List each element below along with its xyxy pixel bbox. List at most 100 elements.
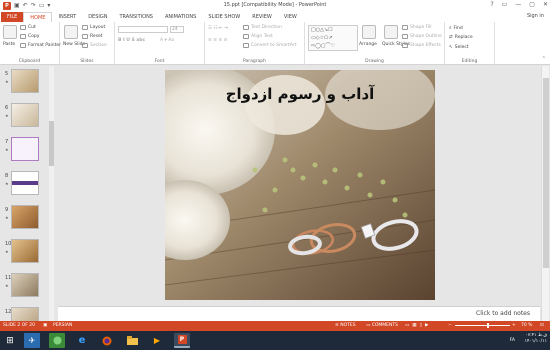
quick-styles-icon[interactable] [384,25,398,39]
tab-review[interactable]: REVIEW [246,12,278,22]
reset-button[interactable]: Reset [82,34,103,39]
zoom-out-button[interactable]: − [448,323,452,328]
tab-insert[interactable]: INSERT [52,12,82,22]
zoom-slider-knob[interactable] [487,323,489,328]
app-globe-icon[interactable] [49,333,65,348]
tab-view[interactable]: VIEW [278,12,303,22]
align-buttons[interactable]: ≡ ≡ ≡ ≡ [208,38,227,43]
thumbnail-number: 9 [5,207,9,213]
language-indicator[interactable]: PERSIAN [53,323,72,328]
font-group: 24 B I U S abc A ▾ Aa Font [115,22,205,65]
slide-thumbnail[interactable] [11,137,39,161]
slide-thumbnail[interactable] [11,171,39,195]
font-name-combo[interactable] [118,26,168,33]
section-icon [82,43,88,48]
notes-toggle[interactable]: ≡ NOTES [335,323,356,328]
keyboard-language-indicator[interactable]: FA [510,338,515,343]
convert-smartart-button[interactable]: Convert to SmartArt [243,43,296,48]
search-icon: ⌕ [449,26,452,31]
tab-home[interactable]: HOME [23,12,53,22]
arrange-icon[interactable] [362,25,376,39]
copy-button[interactable]: Copy [20,34,39,39]
layout-button[interactable]: Layout [82,25,105,30]
shape-outline-button[interactable]: Shape Outline [402,34,442,39]
tab-slide-show[interactable]: SLIDE SHOW [202,12,246,22]
thumbnail-row[interactable]: 7 ★ [0,136,56,164]
shape-effects-button[interactable]: Shape Effects [402,43,441,48]
slide-thumbnail[interactable] [11,239,39,263]
vertical-scroll-thumb[interactable] [543,78,549,268]
thumbnail-row[interactable]: 11 ★ [0,272,56,300]
align-text-icon [243,34,249,39]
maximize-button[interactable]: ▢ [529,1,535,8]
reset-label: Reset [90,34,103,39]
thumbnail-scroll-thumb[interactable] [49,121,54,166]
view-buttons[interactable]: ▭▦▯▶ [405,323,431,328]
system-tray[interactable]: ۰۷:۴۱ ق.ظ ۱۴۰۱/۱۰/۱۱ [525,333,547,345]
section-button[interactable]: Section [82,43,107,48]
comments-toggle-label: COMMENTS [371,323,398,328]
shape-fill-button[interactable]: Shape Fill [402,25,432,30]
shapes-gallery[interactable]: □○△↘☐ ▭◇☆⬠↗ ⇨◯▢⌒♡ [308,25,358,51]
current-slide[interactable]: آداب و رسوم ازدواج [165,70,435,300]
arrange-button[interactable]: Arrange [359,42,377,47]
telegram-icon[interactable]: ✈ [24,333,40,348]
tab-transitions[interactable]: TRANSITIONS [113,12,159,22]
format-painter-button[interactable]: Format Painter [20,43,61,48]
font-color-button[interactable]: A ▾ Aa [160,38,174,43]
align-text-button[interactable]: Align Text [243,34,273,39]
close-button[interactable]: ✕ [543,1,548,8]
file-explorer-icon[interactable] [124,333,140,348]
thumbnail-row[interactable]: 12 [0,306,56,321]
slide-title[interactable]: آداب و رسوم ازدواج [165,85,435,103]
powerpoint-taskbar-glyph: P [177,335,187,344]
paste-icon[interactable] [3,25,17,39]
sign-in-link[interactable]: Sign in [527,13,544,19]
paste-button[interactable]: Paste [3,42,15,47]
spellcheck-icon[interactable]: ▣ [43,323,47,328]
thumbnail-row[interactable]: 8 ★ [0,170,56,198]
zoom-slider[interactable] [455,325,510,326]
zoom-level[interactable]: 70 % [521,323,532,328]
fit-slide-icon[interactable]: ⊡ [540,323,544,328]
media-player-icon[interactable]: ▶ [149,333,165,348]
collapse-ribbon-icon[interactable]: ⌃ [542,56,546,62]
windows-taskbar: ⊞ ✈ e ▶ P ۰۷:۴۱ ق.ظ ۱۴۰۱/۱۰/۱۱ FA [0,331,550,350]
select-button[interactable]: ↖ Select [449,45,469,50]
thumbnail-row[interactable]: 9 ★ [0,204,56,232]
thumbnail-scrollbar[interactable] [49,66,54,321]
new-slide-icon[interactable] [64,25,78,39]
powerpoint-taskbar-icon[interactable]: P [174,333,190,348]
notes-pane[interactable]: Click to add notes [58,306,540,321]
list-buttons[interactable]: ☰ ☷ ⇤ ⇥ [208,26,228,31]
comments-toggle[interactable]: ▭ COMMENTS [366,323,398,328]
tab-design[interactable]: DESIGN [82,12,113,22]
slide-thumbnail[interactable] [11,103,39,127]
ribbon-display-button[interactable]: ▭ [502,1,508,8]
text-direction-button[interactable]: Text Direction [243,25,282,30]
thumbnail-row[interactable]: 5 ★ [0,68,56,96]
find-button[interactable]: ⌕ Find [449,25,463,32]
tray-date: ۱۴۰۱/۱۰/۱۱ [524,339,547,344]
font-size-combo[interactable]: 24 [170,26,184,33]
slide-thumbnail[interactable] [11,273,39,297]
replace-button[interactable]: ⇄ Replace [449,35,473,40]
slide-thumbnail[interactable] [11,205,39,229]
thumbnail-number: 5 [5,71,9,77]
globe-glyph [53,336,61,345]
font-format-buttons[interactable]: B I U S abc [118,38,145,43]
zoom-in-button[interactable]: + [512,323,516,328]
help-button[interactable]: ? [490,1,493,8]
slide-thumbnail[interactable] [11,307,39,321]
cut-button[interactable]: Cut [20,25,36,30]
tab-animations[interactable]: ANIMATIONS [159,12,202,22]
internet-explorer-icon[interactable]: e [74,333,90,348]
thumbnail-row[interactable]: 6 ★ [0,102,56,130]
thumbnail-row[interactable]: 10 ★ [0,238,56,266]
slide-thumbnail[interactable] [11,69,39,93]
tab-file[interactable]: FILE [1,12,24,22]
slide-vertical-scrollbar[interactable] [541,66,549,321]
firefox-icon[interactable] [99,333,115,348]
minimize-button[interactable]: — [515,1,521,8]
start-button-icon[interactable]: ⊞ [2,333,18,348]
